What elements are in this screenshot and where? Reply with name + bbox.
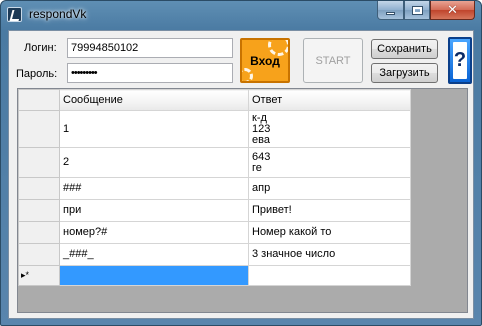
messages-table: Сообщение Ответ 1 к-д 123 ева 2 643 ге #… (18, 89, 411, 286)
messages-grid[interactable]: Сообщение Ответ 1 к-д 123 ева 2 643 ге #… (17, 88, 468, 313)
row-header[interactable] (18, 147, 60, 178)
table-row[interactable]: 2 643 ге (18, 147, 411, 178)
message-cell[interactable]: при (59, 199, 249, 222)
answer-cell[interactable]: 643 ге (248, 147, 411, 178)
password-input[interactable]: ••••••••• (67, 63, 233, 83)
save-button-label: Сохранить (377, 43, 432, 55)
start-button-label: START (315, 54, 351, 67)
message-cell[interactable]: 1 (59, 110, 249, 148)
minimize-button[interactable] (377, 1, 404, 20)
maximize-icon (411, 5, 423, 15)
login-button-label: Вход (250, 53, 280, 68)
login-label: Логин: (24, 42, 57, 54)
help-button[interactable]: ? (448, 37, 472, 84)
column-header-message[interactable]: Сообщение (59, 89, 249, 111)
row-header[interactable] (18, 221, 60, 244)
close-button[interactable]: ✕ (430, 1, 475, 20)
title-bar[interactable]: respondVk ✕ (1, 1, 481, 29)
app-icon (7, 7, 22, 22)
row-header[interactable] (18, 177, 60, 200)
table-row[interactable]: _###_ 3 значное число (18, 243, 411, 266)
table-row[interactable]: 1 к-д 123 ева (18, 110, 411, 148)
table-row[interactable]: ### апр (18, 177, 411, 200)
new-row-header[interactable]: ▸* (18, 265, 60, 286)
table-row-new[interactable]: ▸* (18, 265, 411, 286)
message-cell[interactable]: 2 (59, 147, 249, 178)
app-window: respondVk ✕ Логин: 79994850102 Пароль: •… (0, 0, 482, 326)
message-cell-new[interactable] (59, 265, 249, 286)
client-area: Логин: 79994850102 Пароль: ••••••••• Вхо… (8, 30, 474, 319)
save-button[interactable]: Сохранить (371, 39, 438, 59)
message-cell[interactable]: _###_ (59, 243, 249, 266)
table-row[interactable]: номер?# Номер какой то (18, 221, 411, 244)
maximize-button[interactable] (404, 1, 430, 20)
message-cell[interactable]: ### (59, 177, 249, 200)
help-icon: ? (453, 42, 467, 79)
row-header[interactable] (18, 243, 60, 266)
load-button[interactable]: Загрузить (371, 63, 438, 83)
new-row-icon: ▸* (21, 270, 30, 280)
login-input[interactable]: 79994850102 (67, 38, 233, 58)
grid-corner-header[interactable] (18, 89, 60, 111)
answer-cell-new[interactable] (248, 265, 411, 286)
answer-cell[interactable]: к-д 123 ева (248, 110, 411, 148)
minimize-icon (386, 12, 395, 15)
load-button-label: Загрузить (379, 67, 430, 79)
table-row[interactable]: при Привет! (18, 199, 411, 222)
column-header-answer[interactable]: Ответ (248, 89, 411, 111)
window-title: respondVk (29, 7, 87, 21)
row-header[interactable] (18, 199, 60, 222)
row-header[interactable] (18, 110, 60, 148)
answer-cell[interactable]: 3 значное число (248, 243, 411, 266)
login-button[interactable]: Вход (240, 38, 290, 83)
answer-cell[interactable]: апр (248, 177, 411, 200)
password-label: Пароль: (16, 68, 58, 80)
grid-header-row: Сообщение Ответ (18, 89, 411, 111)
answer-cell[interactable]: Привет! (248, 199, 411, 222)
message-cell[interactable]: номер?# (59, 221, 249, 244)
answer-cell[interactable]: Номер какой то (248, 221, 411, 244)
start-button[interactable]: START (303, 38, 363, 83)
gear-icon-small (242, 68, 253, 81)
close-icon: ✕ (447, 2, 458, 18)
